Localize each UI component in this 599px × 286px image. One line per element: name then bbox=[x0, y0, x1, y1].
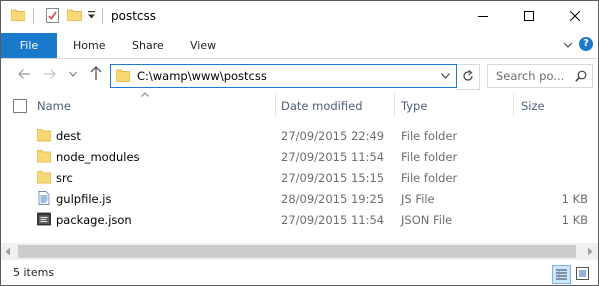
address-path: C:\wamp\www\postcss bbox=[137, 69, 267, 83]
ribbon-tabs: File Home Share View ? bbox=[1, 32, 598, 59]
column-header-type[interactable]: Type bbox=[401, 99, 427, 113]
quick-access-separator bbox=[33, 8, 34, 24]
address-bar[interactable]: C:\wamp\www\postcss bbox=[110, 64, 457, 88]
close-button[interactable] bbox=[552, 1, 598, 32]
maximize-button[interactable] bbox=[506, 1, 552, 32]
file-type: JSON File bbox=[401, 213, 453, 227]
search-field[interactable]: Search po... bbox=[487, 64, 593, 88]
file-date: 28/09/2015 19:25 bbox=[281, 192, 385, 206]
horizontal-scrollbar[interactable] bbox=[1, 243, 598, 260]
explorer-window: postcss File Home Share View ? C:\wamp\w… bbox=[0, 0, 599, 286]
expand-ribbon-icon[interactable] bbox=[562, 39, 574, 51]
recent-locations-icon[interactable] bbox=[69, 71, 77, 77]
refresh-icon bbox=[463, 70, 473, 81]
scroll-right-arrow-icon[interactable] bbox=[586, 247, 594, 256]
folder-icon bbox=[37, 150, 51, 163]
navigation-bar: C:\wamp\www\postcss Search po... bbox=[1, 59, 598, 91]
file-name: dest bbox=[56, 129, 81, 143]
file-type: JS File bbox=[401, 192, 435, 206]
folder-icon bbox=[116, 69, 130, 82]
file-date: 27/09/2015 11:54 bbox=[281, 150, 385, 164]
tab-share[interactable]: Share bbox=[132, 33, 164, 58]
details-view-icon bbox=[556, 269, 567, 280]
search-placeholder: Search po... bbox=[496, 69, 565, 83]
file-size: 1 KB bbox=[561, 213, 588, 227]
chevron-down-icon[interactable] bbox=[441, 73, 450, 79]
folder-icon bbox=[37, 129, 51, 142]
file-name: gulpfile.js bbox=[56, 192, 112, 206]
tab-home[interactable]: Home bbox=[73, 33, 105, 58]
title-bar: postcss bbox=[1, 1, 598, 32]
file-row-gulpfile[interactable]: gulpfile.js 28/09/2015 19:25 JS File 1 K… bbox=[1, 188, 598, 209]
refresh-button[interactable] bbox=[457, 64, 480, 90]
help-button[interactable]: ? bbox=[579, 37, 593, 51]
json-file-icon bbox=[37, 212, 51, 226]
column-divider[interactable] bbox=[394, 93, 395, 117]
file-type: File folder bbox=[401, 171, 458, 185]
folder-icon[interactable] bbox=[11, 9, 25, 21]
file-date: 27/09/2015 22:49 bbox=[281, 129, 385, 143]
file-size: 1 KB bbox=[561, 192, 588, 206]
new-folder-icon[interactable] bbox=[67, 9, 82, 21]
column-divider[interactable] bbox=[275, 93, 276, 117]
file-type: File folder bbox=[401, 129, 458, 143]
column-header-name[interactable]: Name bbox=[37, 99, 71, 113]
js-file-icon bbox=[38, 191, 50, 205]
status-bar: 5 items bbox=[1, 260, 598, 285]
sort-ascending-icon bbox=[141, 92, 149, 97]
select-all-checkbox[interactable] bbox=[13, 99, 27, 113]
file-row-node-modules[interactable]: node_modules 27/09/2015 11:54 File folde… bbox=[1, 146, 598, 167]
tab-file[interactable]: File bbox=[1, 33, 57, 58]
search-icon[interactable] bbox=[575, 70, 587, 82]
column-header-date-modified[interactable]: Date modified bbox=[281, 99, 363, 113]
properties-icon[interactable] bbox=[46, 8, 59, 23]
column-header-size[interactable]: Size bbox=[521, 99, 545, 113]
close-icon bbox=[570, 11, 580, 21]
up-arrow-icon[interactable] bbox=[89, 65, 103, 81]
scrollbar-thumb[interactable] bbox=[18, 245, 576, 258]
minimize-button[interactable] bbox=[460, 1, 506, 32]
file-name: node_modules bbox=[56, 150, 140, 164]
file-date: 27/09/2015 15:15 bbox=[281, 171, 385, 185]
minimize-icon bbox=[478, 16, 488, 17]
item-count: 5 items bbox=[13, 266, 55, 279]
scroll-left-arrow-icon[interactable] bbox=[4, 247, 12, 256]
file-name: src bbox=[56, 171, 73, 185]
folder-icon bbox=[37, 171, 51, 184]
tab-view[interactable]: View bbox=[190, 33, 216, 58]
column-divider[interactable] bbox=[513, 93, 514, 117]
file-name: package.json bbox=[56, 213, 132, 227]
file-date: 27/09/2015 11:54 bbox=[281, 213, 385, 227]
back-arrow-icon[interactable] bbox=[17, 67, 31, 81]
file-row-dest[interactable]: dest 27/09/2015 22:49 File folder bbox=[1, 125, 598, 146]
column-headers: Name Date modified Type Size bbox=[1, 91, 598, 119]
file-type: File folder bbox=[401, 150, 458, 164]
window-title: postcss bbox=[111, 9, 157, 23]
large-icons-view-button[interactable] bbox=[574, 265, 591, 282]
large-icons-view-icon bbox=[576, 267, 589, 280]
file-row-package-json[interactable]: package.json 27/09/2015 11:54 JSON File … bbox=[1, 209, 598, 230]
details-view-button[interactable] bbox=[552, 265, 571, 284]
title-separator bbox=[102, 8, 103, 24]
maximize-icon bbox=[524, 11, 534, 21]
forward-arrow-icon[interactable] bbox=[43, 67, 57, 81]
customize-toolbar-icon[interactable] bbox=[87, 10, 96, 20]
file-row-src[interactable]: src 27/09/2015 15:15 File folder bbox=[1, 167, 598, 188]
